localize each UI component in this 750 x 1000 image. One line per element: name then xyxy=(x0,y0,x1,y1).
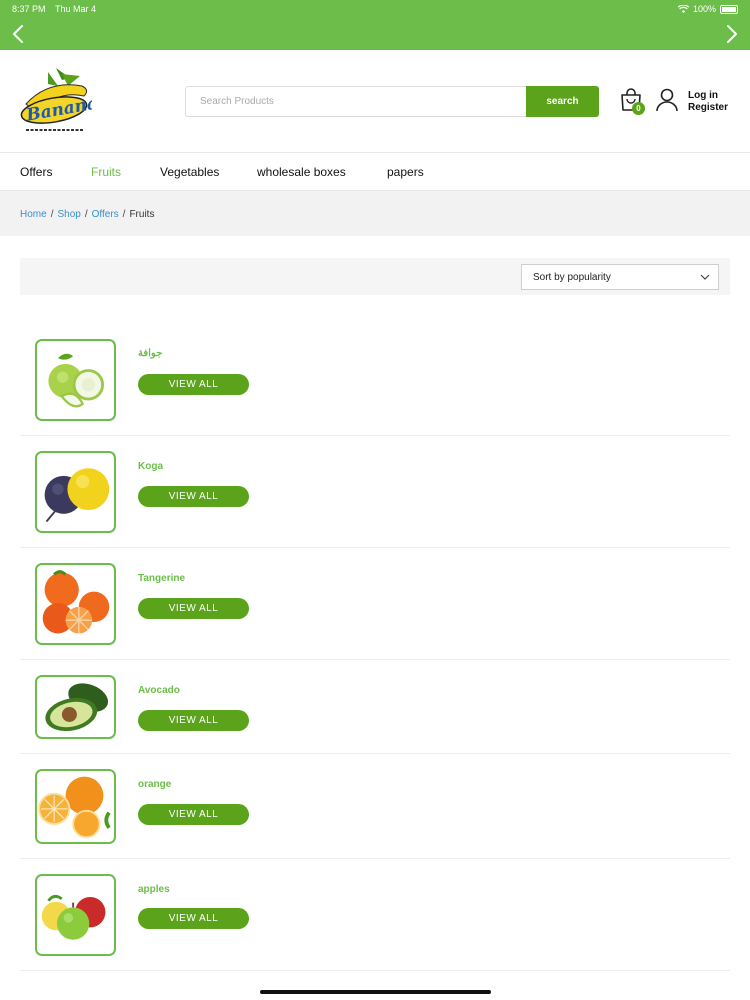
product-thumbnail[interactable] xyxy=(35,675,116,739)
product-name[interactable]: apples xyxy=(138,884,170,895)
battery-percent: 100% xyxy=(692,4,716,14)
row-divider xyxy=(20,858,730,859)
product-name[interactable]: orange xyxy=(138,779,171,790)
menu-item-papers[interactable]: papers xyxy=(387,165,424,179)
menu-item-offers[interactable]: Offers xyxy=(20,165,52,179)
sort-selected-value: Sort by popularity xyxy=(533,272,611,283)
product-thumbnail[interactable] xyxy=(35,769,116,844)
cart-button[interactable]: 0 xyxy=(619,88,647,116)
wifi-icon xyxy=(677,5,689,13)
view-all-button[interactable]: VIEW ALL xyxy=(138,710,249,731)
breadcrumb-home[interactable]: Home xyxy=(20,209,47,220)
menu-item-wholesale-boxes[interactable]: wholesale boxes xyxy=(257,165,346,179)
row-divider xyxy=(20,435,730,436)
cart-count-badge: 0 xyxy=(632,102,645,115)
apples-image xyxy=(41,895,106,940)
menu-item-fruits[interactable]: Fruits xyxy=(91,165,121,179)
orange-image xyxy=(38,776,111,839)
breadcrumb-current: Fruits xyxy=(129,209,155,220)
account-links: Log in Register xyxy=(688,90,728,114)
category-menu: Offers Fruits Vegetables wholesale boxes… xyxy=(0,153,750,190)
battery-icon xyxy=(720,4,738,14)
status-right: 100% xyxy=(677,4,738,14)
site-header: Banana search 0 Log in Register xyxy=(0,50,750,153)
row-divider xyxy=(20,970,730,971)
row-divider xyxy=(20,547,730,548)
view-all-button[interactable]: VIEW ALL xyxy=(138,804,249,825)
product-thumbnail[interactable] xyxy=(35,874,116,956)
product-name[interactable]: Tangerine xyxy=(138,573,185,584)
status-date: Thu Mar 4 xyxy=(55,4,97,14)
row-divider xyxy=(20,659,730,660)
browser-nav-bar xyxy=(0,18,750,50)
koga-image xyxy=(44,468,110,523)
sort-dropdown[interactable]: Sort by popularity xyxy=(521,264,719,290)
forward-arrow-icon[interactable] xyxy=(720,23,742,45)
view-all-button[interactable]: VIEW ALL xyxy=(138,486,249,507)
product-thumbnail[interactable] xyxy=(35,563,116,645)
banana-logo[interactable]: Banana xyxy=(18,64,92,140)
breadcrumb-separator: / xyxy=(84,209,88,220)
breadcrumb-offers[interactable]: Offers xyxy=(92,209,119,220)
search-bar: search xyxy=(185,86,599,117)
register-link[interactable]: Register xyxy=(688,102,728,114)
back-arrow-icon[interactable] xyxy=(8,23,30,45)
search-input[interactable] xyxy=(185,86,526,117)
breadcrumb-shop[interactable]: Shop xyxy=(57,209,80,220)
user-icon[interactable] xyxy=(656,88,678,112)
guava-image xyxy=(48,353,105,408)
view-all-button[interactable]: VIEW ALL xyxy=(138,908,249,929)
product-thumbnail[interactable] xyxy=(35,339,116,421)
product-name[interactable]: Koga xyxy=(138,461,163,472)
chevron-down-icon xyxy=(700,274,710,280)
product-name[interactable]: Avocado xyxy=(138,685,180,696)
product-thumbnail[interactable] xyxy=(35,451,116,533)
view-all-button[interactable]: VIEW ALL xyxy=(138,374,249,395)
tangerine-image xyxy=(42,570,110,634)
breadcrumb: Home / Shop / Offers / Fruits xyxy=(20,209,154,220)
product-name[interactable]: جوافة xyxy=(138,348,162,359)
sort-bar: Sort by popularity xyxy=(20,258,730,295)
breadcrumb-bar: Home / Shop / Offers / Fruits xyxy=(0,190,750,236)
avocado-image xyxy=(45,683,109,732)
status-time: 8:37 PM xyxy=(12,4,46,14)
status-bar: 8:37 PM Thu Mar 4 100% xyxy=(0,0,750,18)
breadcrumb-separator: / xyxy=(50,209,54,220)
breadcrumb-separator: / xyxy=(122,209,126,220)
home-indicator[interactable] xyxy=(260,990,491,994)
search-button[interactable]: search xyxy=(526,86,599,117)
menu-item-vegetables[interactable]: Vegetables xyxy=(160,165,219,179)
login-link[interactable]: Log in xyxy=(688,90,728,102)
view-all-button[interactable]: VIEW ALL xyxy=(138,598,249,619)
row-divider xyxy=(20,753,730,754)
